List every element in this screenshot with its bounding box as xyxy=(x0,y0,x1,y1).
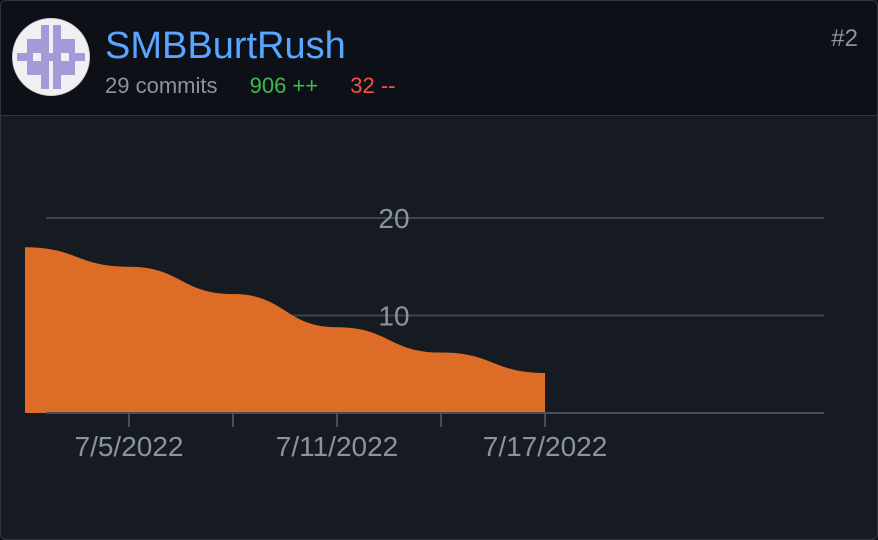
commit-area-series xyxy=(24,247,546,413)
contributor-card: SMBBurtRush 29 commits 906 ++ 32 -- #2 1… xyxy=(0,0,878,540)
axis-layer xyxy=(46,412,824,427)
commit-activity-chart: 10 20 7/5/2022 7/11/2022 7/17/2022 xyxy=(24,203,824,462)
area-layer xyxy=(24,247,546,413)
x-tick-label: 7/11/2022 xyxy=(276,431,399,462)
y-tick-label: 10 xyxy=(378,301,409,332)
x-tick-label: 7/5/2022 xyxy=(75,431,184,462)
y-tick-label: 20 xyxy=(378,203,409,234)
x-tick-label: 7/17/2022 xyxy=(483,431,608,462)
